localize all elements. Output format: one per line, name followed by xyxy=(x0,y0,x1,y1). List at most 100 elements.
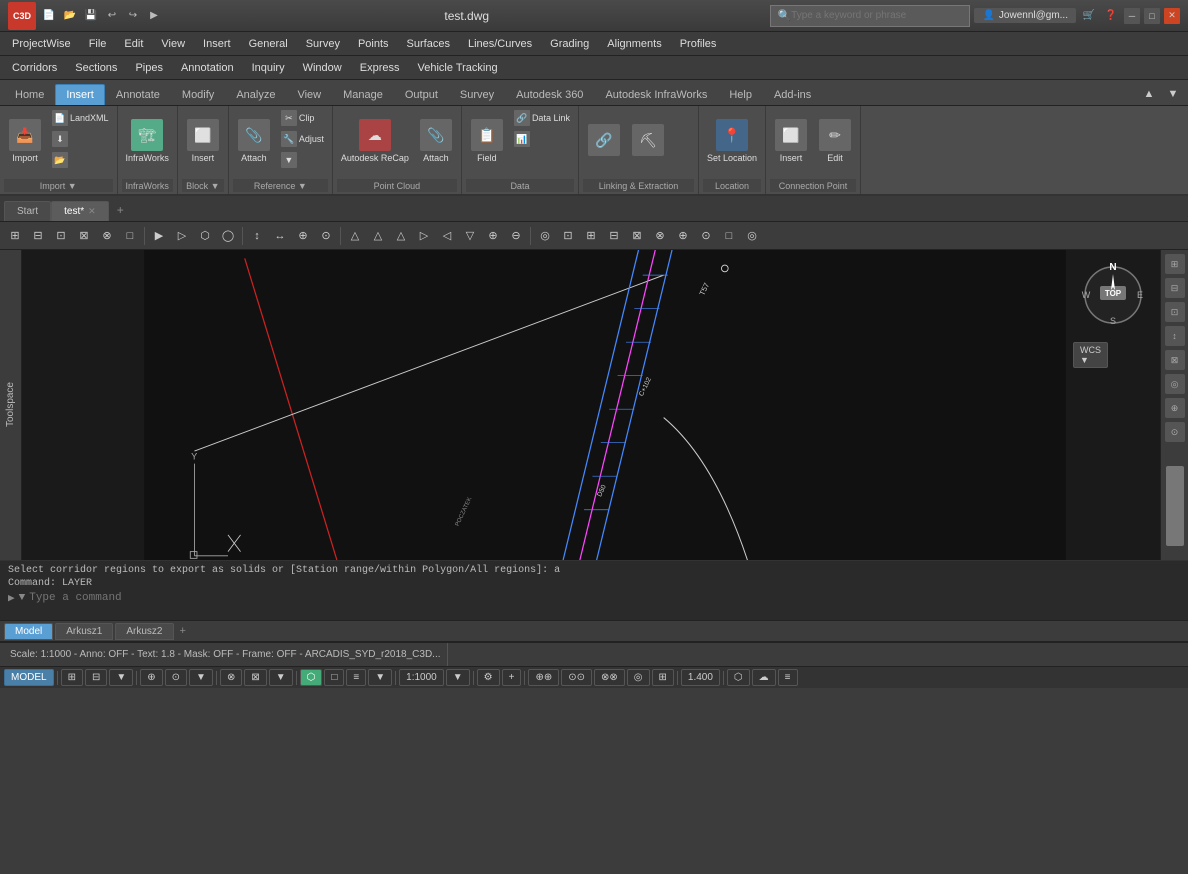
bt-scale-down[interactable]: ▼ xyxy=(446,669,470,686)
redo-button[interactable]: ↪ xyxy=(124,7,142,25)
block-insert-button[interactable]: ⬜ Insert xyxy=(182,108,224,174)
menu-points[interactable]: Points xyxy=(350,33,397,55)
menu-file[interactable]: File xyxy=(81,33,115,55)
tb-draw4[interactable]: ▷ xyxy=(413,225,435,247)
infraworks-button[interactable]: 🏗 InfraWorks xyxy=(122,108,173,174)
rp-view4[interactable]: ↕ xyxy=(1165,326,1185,346)
menu-corridors[interactable]: Corridors xyxy=(4,57,65,79)
menu-view[interactable]: View xyxy=(153,33,193,55)
rp-scroll-thumb[interactable] xyxy=(1166,466,1184,546)
menu-projectwise[interactable]: ProjectWise xyxy=(4,33,79,55)
tb-misc3[interactable]: ⊞ xyxy=(580,225,602,247)
tb-draw3[interactable]: △ xyxy=(390,225,412,247)
bt-plus[interactable]: + xyxy=(502,669,522,686)
bt-ortho[interactable]: ⊗ xyxy=(220,669,242,686)
set-location-button[interactable]: 📍 Set Location xyxy=(703,108,761,174)
minimize-button[interactable]: ─ xyxy=(1124,8,1140,24)
tb-snap3[interactable]: ⊡ xyxy=(50,225,72,247)
menu-inquiry[interactable]: Inquiry xyxy=(244,57,293,79)
tb-sel3[interactable]: ⬡ xyxy=(194,225,216,247)
data-link-button[interactable]: 🔗 Data Link xyxy=(510,108,574,128)
tab-insert[interactable]: Insert xyxy=(55,84,105,105)
tb-misc10[interactable]: ◎ xyxy=(741,225,763,247)
bt-snap3[interactable]: ▼ xyxy=(189,669,213,686)
tb-misc1[interactable]: ◎ xyxy=(534,225,556,247)
menu-pipes[interactable]: Pipes xyxy=(127,57,171,79)
maximize-button[interactable]: □ xyxy=(1144,8,1160,24)
bt-snap8[interactable]: ◎ xyxy=(627,669,650,686)
connection-edit-button[interactable]: ✏ Edit xyxy=(814,108,856,174)
bt-render3[interactable]: ≡ xyxy=(778,669,798,686)
tb-snap1[interactable]: ⊞ xyxy=(4,225,26,247)
bt-snap6[interactable]: ⊙⊙ xyxy=(561,669,592,686)
tb-view1[interactable]: ↕ xyxy=(246,225,268,247)
rp-view2[interactable]: ⊟ xyxy=(1165,278,1185,298)
tb-misc9[interactable]: □ xyxy=(718,225,740,247)
tb-draw2[interactable]: △ xyxy=(367,225,389,247)
open-button[interactable]: 📂 xyxy=(61,7,79,25)
linking-btn1[interactable]: 🔗 xyxy=(583,108,625,174)
tb-sel2[interactable]: ▷ xyxy=(171,225,193,247)
tab-help[interactable]: Help xyxy=(718,84,763,105)
menu-express[interactable]: Express xyxy=(352,57,408,79)
cart-button[interactable]: 🛒 xyxy=(1080,7,1098,25)
new-button[interactable]: 📄 xyxy=(40,7,58,25)
tb-view3[interactable]: ⊕ xyxy=(292,225,314,247)
tb-misc8[interactable]: ⊙ xyxy=(695,225,717,247)
menu-surfaces[interactable]: Surfaces xyxy=(399,33,458,55)
import-button[interactable]: 📥 Import xyxy=(4,108,46,174)
menu-vehicle-tracking[interactable]: Vehicle Tracking xyxy=(409,57,505,79)
menu-alignments[interactable]: Alignments xyxy=(599,33,669,55)
tab-manage[interactable]: Manage xyxy=(332,84,394,105)
bt-line1[interactable]: ⬡ xyxy=(300,669,323,686)
landxml-button[interactable]: 📄 LandXML xyxy=(48,108,113,128)
import-small-button[interactable]: ⬇ xyxy=(48,129,113,149)
rp-view8[interactable]: ⊙ xyxy=(1165,422,1185,442)
tab-autodesk360[interactable]: Autodesk 360 xyxy=(505,84,594,105)
menu-lines-curves[interactable]: Lines/Curves xyxy=(460,33,540,55)
data-extra-button[interactable]: 📊 xyxy=(510,129,574,149)
bt-grid2[interactable]: ⊟ xyxy=(85,669,107,686)
tb-misc7[interactable]: ⊕ xyxy=(672,225,694,247)
bt-polar[interactable]: ⊠ xyxy=(244,669,266,686)
tb-draw7[interactable]: ⊕ xyxy=(482,225,504,247)
bt-model[interactable]: MODEL xyxy=(4,669,54,686)
tb-view4[interactable]: ⊙ xyxy=(315,225,337,247)
tb-draw6[interactable]: ▽ xyxy=(459,225,481,247)
tab-output[interactable]: Output xyxy=(394,84,449,105)
tab-close-icon[interactable]: ✕ xyxy=(88,206,96,217)
bt-snap5[interactable]: ⊕⊕ xyxy=(528,669,559,686)
autodesk-recap-button[interactable]: ☁ Autodesk ReCap xyxy=(337,108,413,174)
bt-line3[interactable]: ≡ xyxy=(346,669,366,686)
qa-more-button[interactable]: ▶ xyxy=(145,7,163,25)
tb-misc5[interactable]: ⊠ xyxy=(626,225,648,247)
tb-snap4[interactable]: ⊠ xyxy=(73,225,95,247)
tb-snap6[interactable]: □ xyxy=(119,225,141,247)
model-tab-arkusz1[interactable]: Arkusz1 xyxy=(55,623,113,640)
tab-modify[interactable]: Modify xyxy=(171,84,225,105)
rp-view7[interactable]: ⊕ xyxy=(1165,398,1185,418)
menu-edit[interactable]: Edit xyxy=(116,33,151,55)
tb-misc4[interactable]: ⊟ xyxy=(603,225,625,247)
rp-view3[interactable]: ⊡ xyxy=(1165,302,1185,322)
ribbon-more-button[interactable]: ▼ xyxy=(1162,83,1184,105)
tab-start[interactable]: Start xyxy=(4,201,51,221)
tab-home[interactable]: Home xyxy=(4,84,55,105)
search-bar[interactable]: 🔍 xyxy=(770,5,970,27)
tab-analyze[interactable]: Analyze xyxy=(225,84,286,105)
import-extra-button[interactable]: 📂 xyxy=(48,150,113,170)
bt-line4[interactable]: ▼ xyxy=(368,669,392,686)
rp-view6[interactable]: ◎ xyxy=(1165,374,1185,394)
field-button[interactable]: 📋 Field xyxy=(466,108,508,174)
tab-test[interactable]: test* ✕ xyxy=(51,201,109,221)
bt-render2[interactable]: ☁ xyxy=(752,669,776,686)
pointcloud-attach-button[interactable]: 📎 Attach xyxy=(415,108,457,174)
connection-insert-button[interactable]: ⬜ Insert xyxy=(770,108,812,174)
linking-btn2[interactable]: ⛏ xyxy=(627,108,669,174)
menu-insert[interactable]: Insert xyxy=(195,33,239,55)
help-button[interactable]: ❓ xyxy=(1102,7,1120,25)
tb-draw5[interactable]: ◁ xyxy=(436,225,458,247)
wcs-button[interactable]: WCS ▼ xyxy=(1073,342,1108,368)
menu-grading[interactable]: Grading xyxy=(542,33,597,55)
tab-infraworks[interactable]: Autodesk InfraWorks xyxy=(594,84,718,105)
